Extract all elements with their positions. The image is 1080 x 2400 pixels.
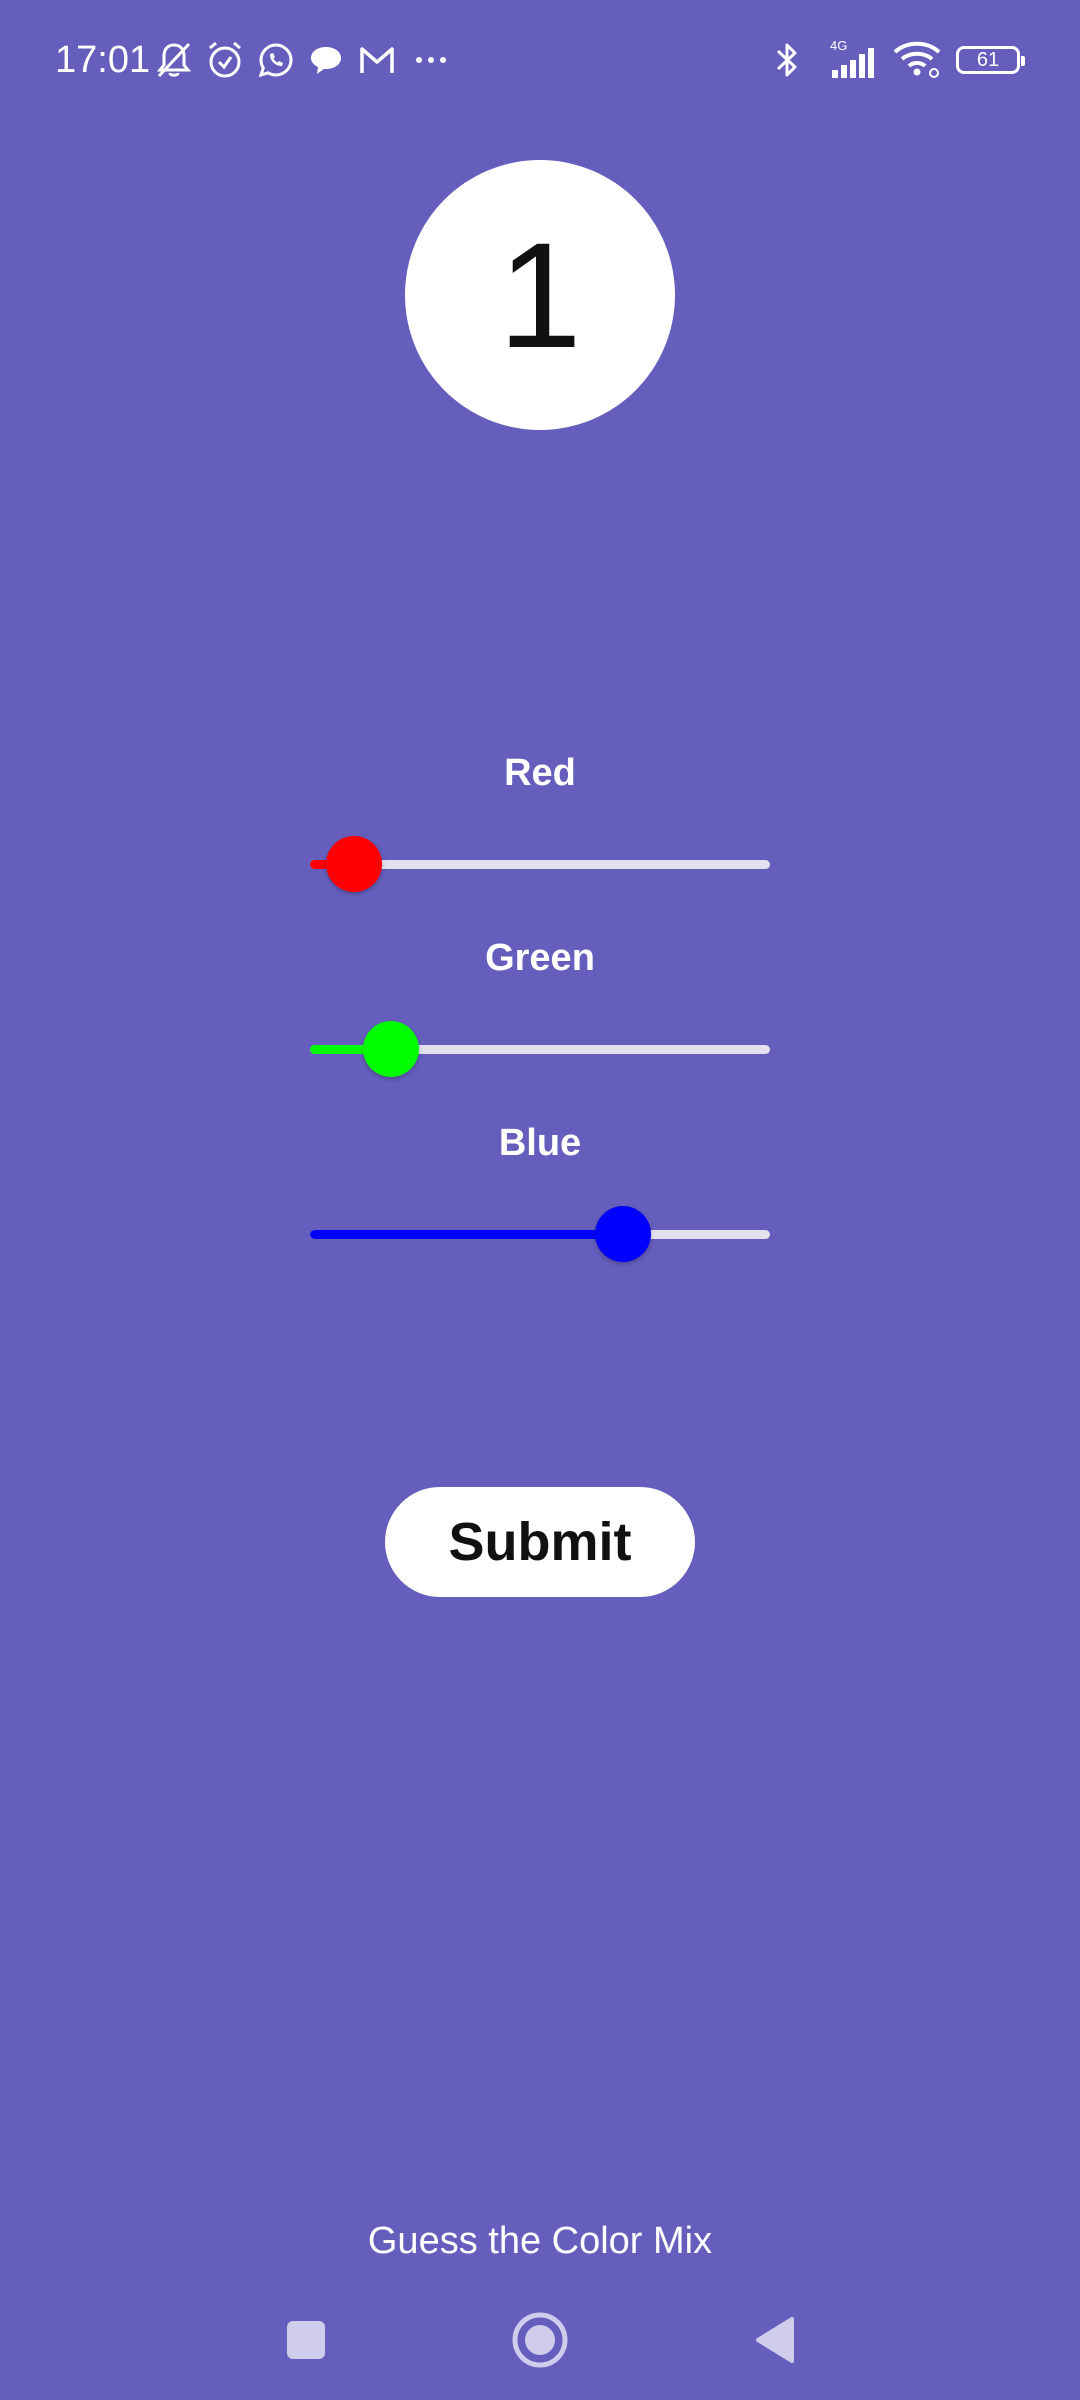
wifi-icon [892,40,942,80]
status-time: 17:01 [55,39,151,81]
bell-off-icon [155,40,193,80]
green-slider-thumb[interactable] [362,1021,419,1077]
more-dots-icon [409,41,453,79]
back-triangle-icon[interactable] [744,2310,804,2370]
blue-slider-thumb[interactable] [594,1206,651,1262]
submit-button[interactable]: Submit [385,1487,695,1597]
system-icons: 4G 61 [774,36,1025,84]
green-slider[interactable] [310,1019,770,1079]
gmail-icon [357,41,397,79]
red-slider-label: Red [504,752,576,794]
battery-level: 61 [976,49,1000,71]
whatsapp-icon [257,41,295,79]
red-slider-thumb[interactable] [325,836,382,892]
round-counter: 1 [405,160,675,430]
alarm-icon [205,40,245,80]
blue-slider[interactable] [310,1204,770,1264]
blue-slider-fill [310,1230,623,1239]
bluetooth-icon [774,39,800,81]
chat-icon [307,41,345,79]
home-circle-icon[interactable] [510,2310,570,2370]
battery-icon: 61 [956,46,1025,74]
notification-icons [155,38,453,82]
round-number: 1 [498,211,582,379]
blue-slider-label: Blue [498,1122,582,1164]
red-slider[interactable] [310,834,770,894]
recents-square-icon[interactable] [276,2310,336,2370]
network-type-label: 4G [830,38,847,53]
app-title: Guess the Color Mix [367,2220,713,2262]
green-slider-label: Green [485,937,595,979]
status-bar: 17:01 4G 61 [0,0,1080,120]
navigation-bar [0,2300,1080,2380]
cellular-signal-icon: 4G [814,38,878,82]
